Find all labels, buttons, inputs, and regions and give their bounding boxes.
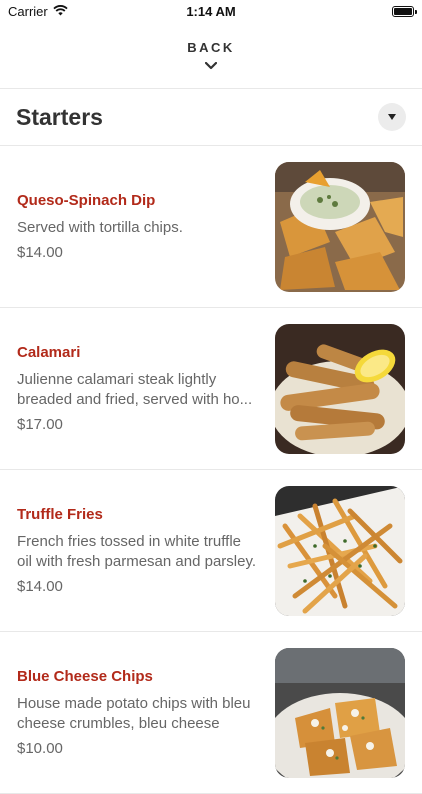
menu-item-description: Served with tortilla chips. (17, 219, 183, 236)
menu-item-description: French fries tossed in white truffle oil… (17, 533, 257, 570)
chevron-down-icon (204, 57, 218, 75)
caret-down-icon (388, 114, 396, 120)
menu-item-price: $14.00 (17, 244, 63, 261)
menu-item-name: Queso-Spinach Dip (17, 192, 156, 209)
menu-item-text: Blue Cheese Chips House made potato chip… (17, 668, 275, 757)
menu-item-description: House made potato chips with bleu cheese… (17, 695, 251, 732)
menu-item-text: Queso-Spinach Dip Served with tortilla c… (17, 192, 275, 261)
menu-item-name: Truffle Fries (17, 506, 103, 523)
menu-item[interactable]: Queso-Spinach Dip Served with tortilla c… (0, 146, 422, 308)
queso-dip-photo (275, 161, 405, 292)
wifi-icon (53, 4, 68, 19)
menu-item-text: Truffle Fries French fries tossed in whi… (17, 506, 275, 595)
menu-item-description: Julienne calamari steak lightly breaded … (17, 371, 253, 408)
battery-icon (392, 5, 417, 17)
menu-item-price: $14.00 (17, 578, 63, 595)
blue-cheese-chips-photo (275, 647, 405, 778)
menu-item-name: Blue Cheese Chips (17, 668, 153, 685)
section-dropdown-button[interactable] (378, 103, 406, 131)
menu-item[interactable]: Truffle Fries French fries tossed in whi… (0, 470, 422, 632)
menu-item-price: $10.00 (17, 740, 63, 757)
menu-item[interactable]: Blue Cheese Chips House made potato chip… (0, 632, 422, 794)
status-bar: Carrier 1:14 AM (0, 0, 422, 22)
carrier-label: Carrier (8, 3, 48, 19)
menu-item[interactable]: Calamari Julienne calamari steak lightly… (0, 308, 422, 470)
back-label: BACK (187, 39, 235, 55)
menu-item-text: Calamari Julienne calamari steak lightly… (17, 344, 275, 433)
section-header: Starters (0, 89, 422, 146)
menu-item-name: Calamari (17, 344, 81, 361)
section-title: Starters (16, 103, 103, 130)
calamari-photo (275, 323, 405, 454)
back-button[interactable]: BACK (0, 22, 422, 89)
menu-item-price: $17.00 (17, 416, 63, 433)
truffle-fries-photo (275, 485, 405, 616)
status-left: Carrier (8, 4, 68, 19)
